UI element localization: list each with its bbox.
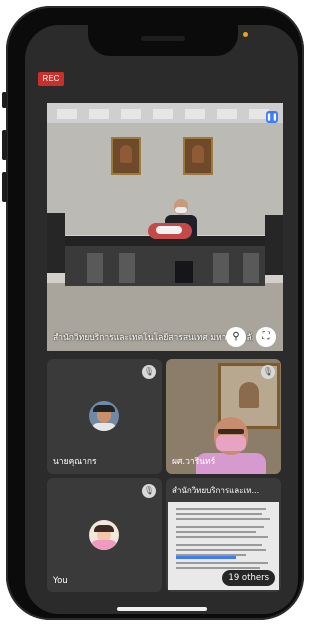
participant-tile[interactable]: 🎙 ผศ.วารินทร์ (166, 359, 281, 474)
avatar (89, 520, 119, 550)
muted-mic-icon: 🎙 (142, 365, 156, 379)
others-count-badge[interactable]: 19 others (222, 570, 275, 586)
muted-mic-icon: 🎙 (142, 484, 156, 498)
highlight-bar (176, 556, 236, 559)
phone-side-button (2, 92, 7, 108)
privacy-indicator-dot (243, 32, 248, 37)
pause-bars-icon[interactable]: ❚❚ (266, 111, 278, 123)
participant-glasses (218, 429, 244, 434)
chair-left (47, 213, 65, 273)
main-video-tile[interactable]: ❚❚ สำนักวิทยบริการและเทคโนโลยีสารสนเทศ ม… (47, 103, 283, 351)
flower-arrangement (148, 223, 192, 239)
main-video-caption: สำนักวิทยบริการและเทคโนโลยีสารสนเทศ มหาว… (53, 333, 253, 343)
table-panel (213, 253, 229, 283)
table-panel (243, 253, 259, 283)
speaker-grille (141, 36, 185, 41)
participant-mask (216, 435, 246, 451)
speaker-mask (175, 207, 187, 213)
wall-portrait-right (183, 137, 213, 175)
chair-legs (175, 261, 193, 283)
table-panel (87, 253, 103, 283)
phone-volume-up (2, 130, 7, 160)
participant-name: นายคุณากร (53, 457, 97, 467)
participant-tile[interactable]: 🎙 You (47, 478, 162, 592)
participant-name: ผศ.วารินทร์ (172, 457, 216, 467)
recording-badge: REC (38, 72, 64, 86)
pin-icon[interactable]: ⚲ (226, 327, 246, 347)
avatar (89, 401, 119, 431)
fullscreen-icon[interactable]: ⛶ (256, 327, 276, 347)
ceiling (47, 103, 283, 123)
wall-portrait-left (111, 137, 141, 175)
phone-notch (88, 20, 238, 56)
phone-volume-down (2, 172, 7, 202)
chair-right (265, 215, 283, 275)
table-panel (119, 253, 135, 283)
participant-tile[interactable]: 🎙 นายคุณากร (47, 359, 162, 474)
participant-name: สำนักวิทยบริการและเท... (172, 486, 260, 495)
participant-name: You (53, 576, 68, 586)
phone-frame: REC ❚❚ สำนักวิทยบริการและเทคโนโลยีสารสนเ… (2, 6, 304, 620)
home-indicator[interactable] (117, 607, 207, 611)
participant-tile[interactable]: สำนักวิทยบริการและเท... 19 others (166, 478, 281, 592)
app-screen: REC ❚❚ สำนักวิทยบริการและเทคโนโลยีสารสนเ… (25, 25, 298, 614)
muted-mic-icon: 🎙 (261, 365, 275, 379)
